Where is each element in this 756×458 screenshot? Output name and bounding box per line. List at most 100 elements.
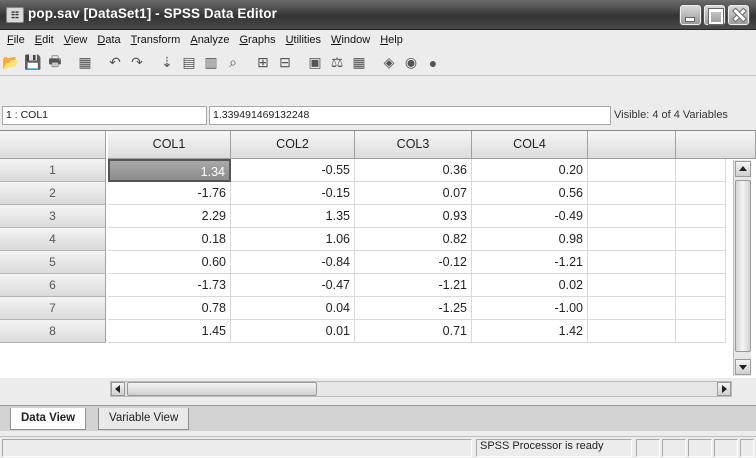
row-header[interactable]: 4 [0, 228, 106, 251]
variables-icon[interactable]: ▤ [180, 54, 198, 72]
close-button[interactable] [728, 5, 749, 25]
data-cell[interactable] [676, 297, 726, 320]
data-cell[interactable] [588, 159, 676, 182]
row-header[interactable]: 8 [0, 320, 106, 343]
save-icon[interactable]: 💾 [24, 54, 42, 72]
grid-corner[interactable] [0, 131, 106, 159]
use-sets-icon[interactable]: ◉ [402, 54, 420, 72]
data-cell[interactable] [588, 182, 676, 205]
data-cell[interactable]: -0.49 [472, 205, 588, 228]
data-cell[interactable]: -0.47 [231, 274, 355, 297]
weight-cases-icon[interactable]: ⚖ [328, 54, 346, 72]
goto-case-icon[interactable]: ⇣ [158, 54, 176, 72]
row-header[interactable]: 1 [0, 159, 106, 182]
scroll-down-button[interactable] [735, 359, 751, 375]
cell-value-field[interactable]: 1.339491469132248 [209, 106, 611, 125]
data-cell[interactable]: 0.36 [355, 159, 472, 182]
data-cell[interactable]: -0.15 [231, 182, 355, 205]
column-header-col4[interactable]: COL4 [472, 131, 588, 159]
maximize-button[interactable] [704, 5, 725, 25]
row-header[interactable]: 2 [0, 182, 106, 205]
undo-icon[interactable]: ↶ [106, 54, 124, 72]
data-cell[interactable]: 1.45 [108, 320, 231, 343]
data-cell[interactable]: 0.78 [108, 297, 231, 320]
menu-help[interactable]: Help [375, 34, 408, 46]
data-cell[interactable]: -1.21 [472, 251, 588, 274]
print-icon[interactable]: 🖶 [46, 53, 64, 72]
data-cell[interactable] [676, 320, 726, 343]
menu-file[interactable]: File [2, 34, 30, 46]
menu-data[interactable]: Data [92, 34, 125, 46]
vertical-scrollbar[interactable] [733, 160, 751, 376]
data-cell[interactable] [676, 182, 726, 205]
data-cell[interactable]: 0.71 [355, 320, 472, 343]
column-header-empty[interactable] [676, 131, 756, 159]
data-cell[interactable]: 1.06 [231, 228, 355, 251]
data-cell[interactable]: 0.93 [355, 205, 472, 228]
data-cell[interactable] [588, 320, 676, 343]
data-cell[interactable] [588, 251, 676, 274]
menu-transform[interactable]: Transform [126, 34, 186, 46]
data-cell[interactable]: 0.56 [472, 182, 588, 205]
data-cell[interactable]: -0.12 [355, 251, 472, 274]
data-cell[interactable]: 0.04 [231, 297, 355, 320]
goto-variable-icon[interactable]: ▥ [202, 54, 220, 72]
vertical-scroll-thumb[interactable] [735, 180, 751, 352]
data-cell[interactable]: -0.84 [231, 251, 355, 274]
select-cases-icon[interactable]: ▦ [350, 54, 368, 72]
column-header-col1[interactable]: COL1 [108, 131, 231, 159]
minimize-button[interactable] [680, 5, 701, 25]
data-cell[interactable]: -0.55 [231, 159, 355, 182]
data-cell[interactable] [588, 228, 676, 251]
tab-data-view[interactable]: Data View [10, 408, 87, 430]
data-cell[interactable]: -1.76 [108, 182, 231, 205]
horizontal-scroll-thumb[interactable] [127, 382, 317, 396]
data-cell[interactable] [588, 205, 676, 228]
dialog-recall-icon[interactable]: ▦ [76, 54, 94, 72]
data-cell[interactable]: -1.00 [472, 297, 588, 320]
data-cell[interactable]: -1.73 [108, 274, 231, 297]
data-cell[interactable]: 0.98 [472, 228, 588, 251]
horizontal-scrollbar[interactable] [110, 381, 732, 397]
data-cell[interactable]: 2.29 [108, 205, 231, 228]
tab-variable-view[interactable]: Variable View [98, 408, 190, 430]
menu-graphs[interactable]: Graphs [234, 34, 280, 46]
menu-window[interactable]: Window [326, 34, 375, 46]
menu-analyze[interactable]: Analyze [185, 34, 234, 46]
data-cell[interactable]: 1.34 [108, 159, 231, 182]
row-header[interactable]: 3 [0, 205, 106, 228]
data-cell[interactable] [676, 159, 726, 182]
scroll-up-button[interactable] [735, 161, 751, 177]
redo-icon[interactable]: ↷ [128, 54, 146, 72]
insert-variable-icon[interactable]: ⊟ [276, 54, 294, 72]
data-cell[interactable]: -1.21 [355, 274, 472, 297]
column-header-col3[interactable]: COL3 [355, 131, 472, 159]
data-cell[interactable] [588, 297, 676, 320]
data-cell[interactable]: 0.02 [472, 274, 588, 297]
scroll-left-button[interactable] [111, 382, 125, 396]
value-labels-icon[interactable]: ◈ [380, 54, 398, 72]
split-file-icon[interactable]: ▣ [306, 54, 324, 72]
data-cell[interactable]: 0.20 [472, 159, 588, 182]
column-header-empty[interactable] [588, 131, 676, 159]
row-header[interactable]: 6 [0, 274, 106, 297]
data-cell[interactable]: -1.25 [355, 297, 472, 320]
column-header-col2[interactable]: COL2 [231, 131, 355, 159]
data-cell[interactable]: 0.07 [355, 182, 472, 205]
data-cell[interactable]: 1.42 [472, 320, 588, 343]
row-header[interactable]: 5 [0, 251, 106, 274]
menu-edit[interactable]: Edit [30, 34, 59, 46]
data-cell[interactable]: 1.35 [231, 205, 355, 228]
data-cell[interactable] [676, 205, 726, 228]
data-cell[interactable]: 0.01 [231, 320, 355, 343]
find-icon[interactable]: ⌕ [224, 54, 242, 72]
show-all-icon[interactable]: ● [424, 54, 442, 72]
open-icon[interactable]: 📂 [2, 54, 20, 72]
row-header[interactable]: 7 [0, 297, 106, 320]
data-cell[interactable]: 0.60 [108, 251, 231, 274]
data-cell[interactable]: 0.82 [355, 228, 472, 251]
menu-utilities[interactable]: Utilities [281, 34, 326, 46]
data-cell[interactable] [676, 228, 726, 251]
insert-cases-icon[interactable]: ⊞ [254, 54, 272, 72]
data-cell[interactable] [588, 274, 676, 297]
